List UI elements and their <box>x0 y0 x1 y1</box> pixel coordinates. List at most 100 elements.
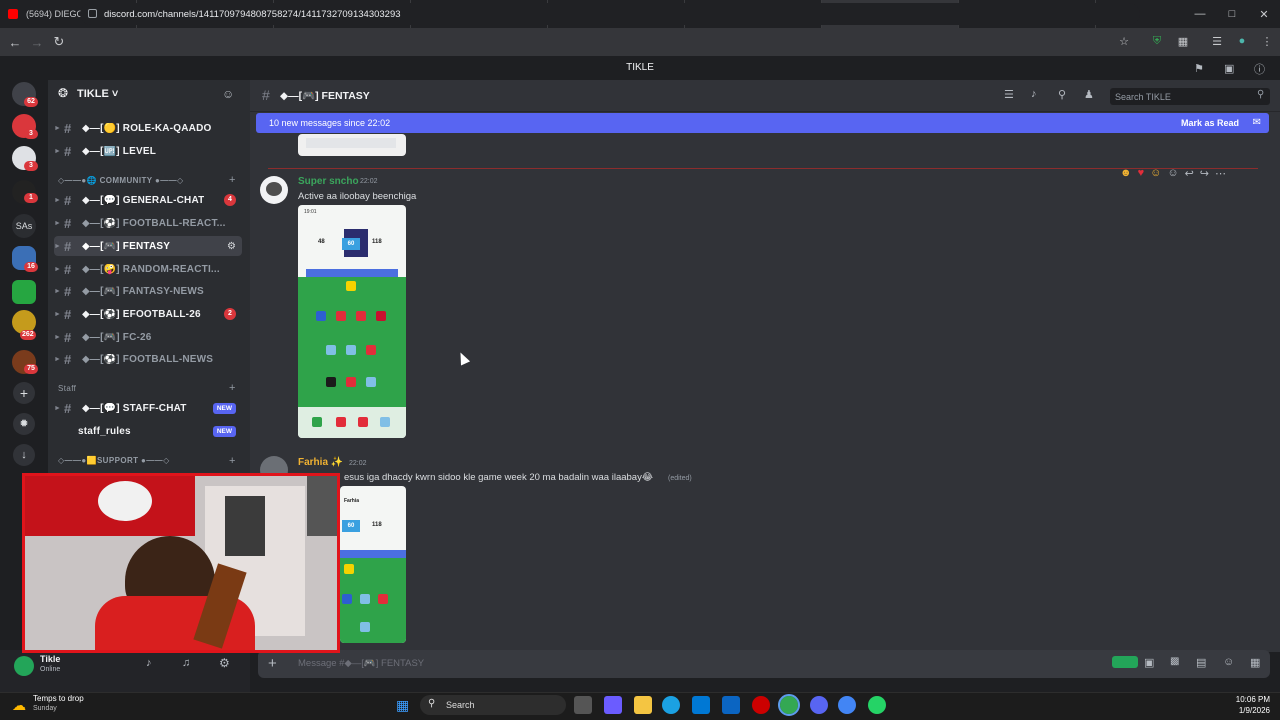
help-icon[interactable]: ⓘ <box>1254 61 1265 77</box>
add-reaction-icon[interactable]: ☺ <box>1167 167 1178 179</box>
channel-settings-gear-icon[interactable]: ⚙ <box>227 241 236 252</box>
forward-icon[interactable]: ↪ <box>1200 167 1209 180</box>
player-kit <box>336 311 346 321</box>
discover-icon[interactable]: ✹ <box>13 413 35 435</box>
new-messages-bar[interactable]: 10 new messages since 22:02 Mark as Read… <box>256 113 1269 133</box>
reply-icon[interactable]: ↩ <box>1185 167 1194 180</box>
channel-item[interactable]: ► # ◆—[🎮] FC-26 <box>54 327 242 347</box>
invite-people-icon[interactable]: ☺ <box>222 87 234 101</box>
edge-icon[interactable] <box>662 696 680 714</box>
whatsapp-icon[interactable] <box>868 696 886 714</box>
webcam-overlay <box>22 473 340 653</box>
channel-item[interactable]: staff_rules NEW <box>54 421 242 441</box>
reaction-heart-icon[interactable]: ♥ <box>1138 167 1145 179</box>
channel-item[interactable]: ► # ◆—[🤪] RANDOM-REACTI... <box>54 259 242 279</box>
category-support[interactable]: ◇——●🟨SUPPORT ●——◇ <box>58 456 170 465</box>
forward-icon[interactable]: → <box>26 35 48 50</box>
emoji-icon[interactable]: ☺ <box>1223 656 1234 668</box>
notification-bell-icon[interactable]: ♪ <box>1031 88 1037 100</box>
attach-plus-icon[interactable]: + <box>268 655 277 672</box>
user-status: Online <box>40 666 61 673</box>
server-sas[interactable]: SAs <box>12 214 36 238</box>
inbox-icon[interactable]: ▣ <box>1224 62 1234 75</box>
sticker-icon[interactable]: ▤ <box>1196 656 1206 669</box>
shield-extension-icon[interactable]: ⛨ <box>1150 35 1164 49</box>
microphone-icon[interactable]: ♪ <box>146 657 152 669</box>
threads-icon[interactable]: ☰ <box>1004 88 1014 101</box>
menu-icon[interactable]: ⋮ <box>1260 35 1274 49</box>
server-icon[interactable] <box>12 280 36 304</box>
message-author[interactable]: Farhia ✨ <box>298 457 343 468</box>
flag-icon[interactable]: ⚑ <box>1194 62 1204 75</box>
headphones-icon[interactable]: ♫ <box>182 657 190 669</box>
user-avatar[interactable] <box>14 656 34 676</box>
task-view-icon[interactable] <box>574 696 592 714</box>
bookmark-star-icon[interactable]: ☆ <box>1117 35 1131 49</box>
channel-item[interactable]: ► # ◆—[⚽] EFOOTBALL-26 2 <box>54 304 242 324</box>
add-channel-icon[interactable]: + <box>229 174 235 186</box>
channel-item[interactable]: ► # ◆—[🟡] ROLE-KA-QAADO <box>54 118 242 138</box>
mark-as-read-button[interactable]: Mark as Read <box>1181 113 1239 133</box>
file-explorer-icon[interactable] <box>634 696 652 714</box>
add-channel-icon[interactable]: + <box>229 382 235 394</box>
weather-icon[interactable]: ☁ <box>12 697 26 714</box>
download-icon[interactable]: ↓ <box>13 444 35 466</box>
nitro-gift-icon[interactable] <box>1112 656 1138 668</box>
attachment-image[interactable]: Farhia 60 118 <box>340 486 406 643</box>
copilot-icon[interactable] <box>604 696 622 714</box>
guild-name-button[interactable]: TIKLE ˅ <box>77 88 118 100</box>
category-community[interactable]: ◇——●🌐 COMMUNITY ●——◇ <box>58 176 184 185</box>
gift-icon[interactable]: ▣ <box>1144 656 1154 669</box>
gif-icon[interactable]: ▩ <box>1170 656 1179 667</box>
maximize-icon[interactable]: □ <box>1216 8 1248 20</box>
start-icon[interactable]: ▦ <box>396 697 409 714</box>
member-list-icon[interactable]: ♟ <box>1084 88 1094 101</box>
channel-arrow-icon: ► <box>54 242 61 250</box>
add-server-icon[interactable]: + <box>13 382 35 404</box>
category-staff[interactable]: Staff <box>58 384 76 393</box>
channel-hash-icon: # <box>64 261 72 277</box>
add-channel-icon[interactable]: + <box>229 455 235 467</box>
channel-item[interactable]: ► # ◆—[🎮] FANTASY-NEWS <box>54 281 242 301</box>
url-input[interactable]: discord.com/channels/1411709794808758274… <box>80 3 1140 25</box>
chrome-icon[interactable] <box>778 694 800 716</box>
settings-gear-icon[interactable]: ⚙ <box>219 656 230 670</box>
media-icon[interactable]: ☰ <box>1210 35 1224 49</box>
clock-date[interactable]: 1/9/2026 <box>1210 706 1270 715</box>
search-input[interactable]: Search TIKLE <box>1110 88 1270 105</box>
channel-item[interactable]: ► # ◆—[⚽] FOOTBALL-NEWS <box>54 349 242 369</box>
channel-item[interactable]: ► # ◆—[💬] GENERAL-CHAT 4 <box>54 190 242 210</box>
close-icon[interactable]: ✕ <box>1248 8 1280 21</box>
store-icon[interactable] <box>692 696 710 714</box>
reaction-laugh-icon[interactable]: ☻ <box>1120 167 1132 179</box>
attachment-image[interactable] <box>298 134 406 156</box>
url-text: discord.com/channels/1411709794808758274… <box>104 8 401 20</box>
channel-item[interactable]: ► # ◆—[🆙] LEVEL <box>54 141 242 161</box>
attachment-image[interactable]: 19:01 48 60 118 <box>298 205 406 438</box>
discord-icon[interactable] <box>810 696 828 714</box>
image-stat: 118 <box>372 522 382 528</box>
message-author[interactable]: Super sncho <box>298 176 359 187</box>
extensions-icon[interactable]: ▦ <box>1176 35 1190 49</box>
server-title-bar: TIKLE <box>0 56 1280 80</box>
outlook-icon[interactable] <box>722 696 740 714</box>
edited-label: (edited) <box>668 475 692 482</box>
pinned-icon[interactable]: ⚲ <box>1058 88 1066 101</box>
channel-item[interactable]: ► # ◆—[🎮] FENTASY ⚙ <box>54 236 242 256</box>
back-icon[interactable]: ← <box>4 35 26 50</box>
chrome-profile-icon[interactable] <box>838 696 856 714</box>
app-icon[interactable] <box>752 696 770 714</box>
channel-item[interactable]: ► # ◆—[⚽] FOOTBALL-REACT... <box>54 213 242 233</box>
reaction-kiss-icon[interactable]: ☺ <box>1150 167 1161 179</box>
clock-time[interactable]: 10:06 PM <box>1210 695 1270 704</box>
taskbar-search[interactable]: Search <box>420 695 566 715</box>
channel-item[interactable]: ► # ◆—[💬] STAFF-CHAT NEW <box>54 398 242 418</box>
cam-poster <box>307 476 337 536</box>
message-text: esus iga dhacdy kwrn sidoo kle game week… <box>344 472 653 483</box>
profile-icon[interactable]: ● <box>1235 35 1249 49</box>
more-icon[interactable]: ⋯ <box>1215 167 1226 180</box>
site-info-icon[interactable] <box>88 9 97 18</box>
reload-icon[interactable]: ↻ <box>48 34 70 50</box>
apps-icon[interactable]: ▦ <box>1250 656 1260 669</box>
minimize-icon[interactable]: — <box>1184 8 1216 20</box>
